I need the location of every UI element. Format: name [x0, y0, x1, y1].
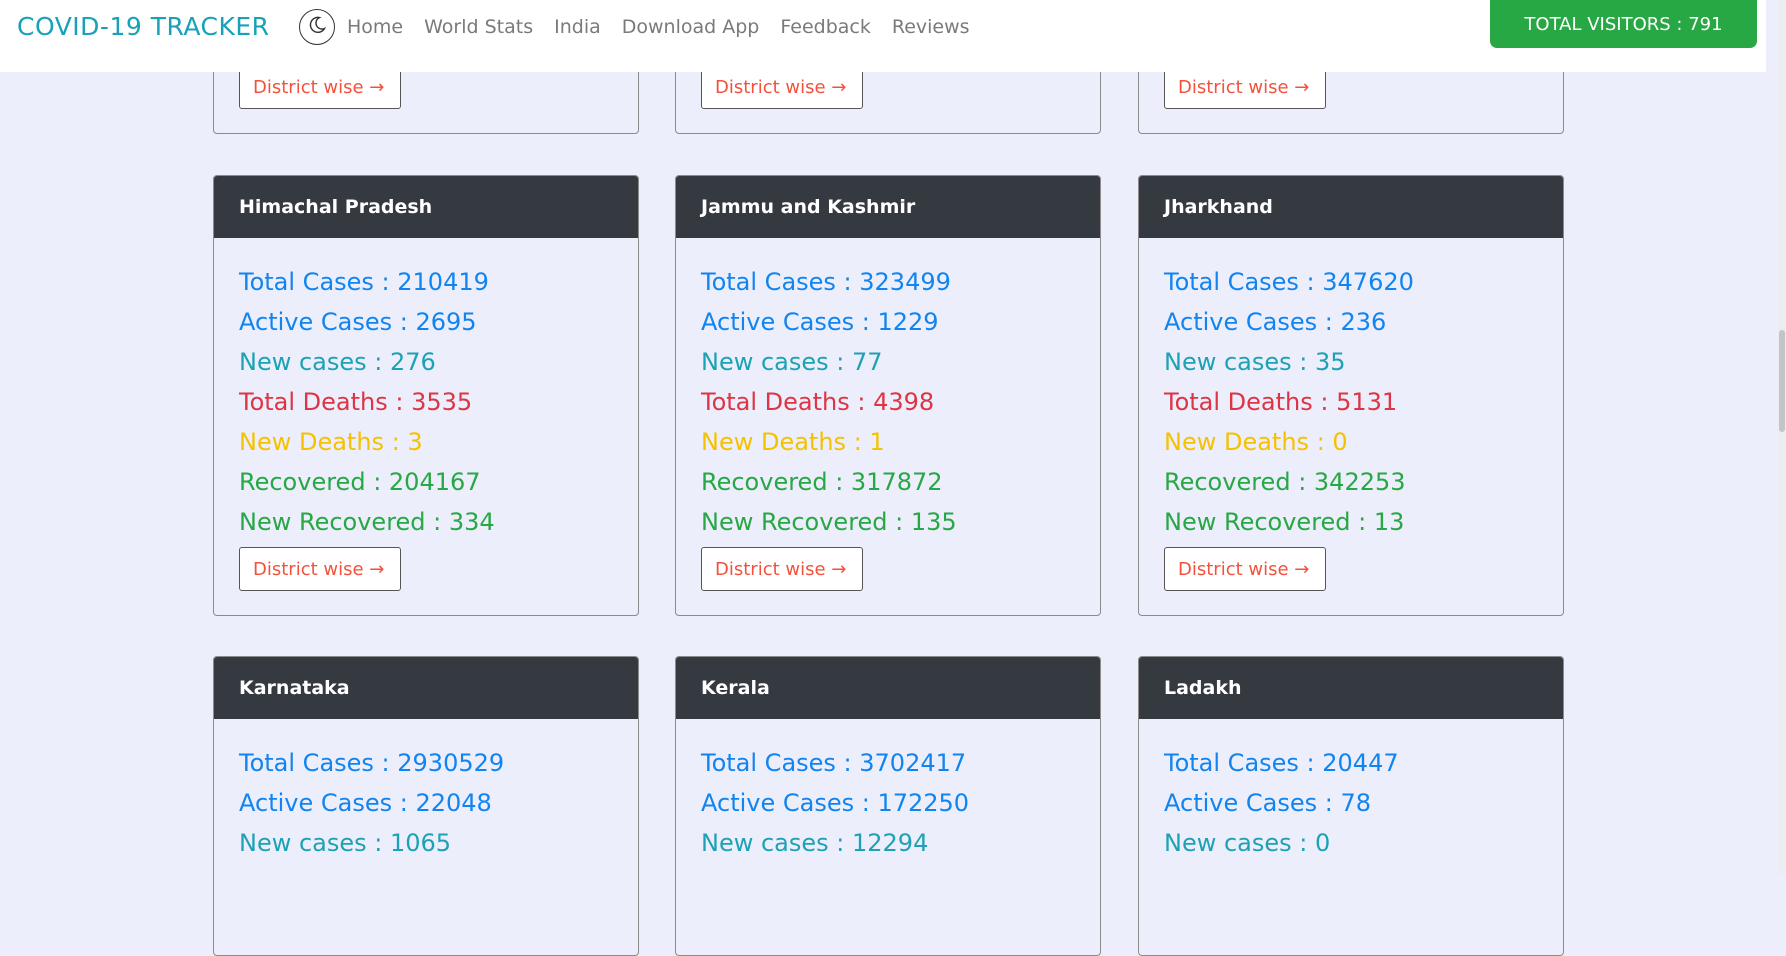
nav-download-app[interactable]: Download App	[622, 16, 760, 38]
active-cases: Active Cases : 172250	[701, 789, 970, 817]
scrollbar-thumb[interactable]	[1779, 330, 1785, 432]
new-deaths: New Deaths : 3	[239, 428, 423, 456]
state-card-jammu-and-kashmir: Jammu and Kashmir Total Cases : 323499 A…	[675, 175, 1101, 616]
recovered: Recovered : 342253	[1164, 468, 1406, 496]
new-deaths: New Deaths : 1	[701, 428, 885, 456]
state-name: Himachal Pradesh	[214, 176, 638, 238]
state-name: Karnataka	[214, 657, 638, 719]
state-name: Jharkhand	[1139, 176, 1563, 238]
new-cases: New cases : 1065	[239, 829, 452, 857]
active-cases: Active Cases : 236	[1164, 308, 1387, 336]
navbar: COVID-19 TRACKER Home World Stats India …	[0, 0, 1766, 72]
new-cases: New cases : 35	[1164, 348, 1346, 376]
nav-links: Home World Stats India Download App Feed…	[347, 16, 991, 38]
recovered: Recovered : 317872	[701, 468, 943, 496]
total-cases: Total Cases : 20447	[1164, 749, 1399, 777]
new-recovered: New Recovered : 334	[239, 508, 495, 536]
state-card-karnataka: Karnataka Total Cases : 2930529 Active C…	[213, 656, 639, 956]
total-cases: Total Cases : 323499	[701, 268, 951, 296]
total-cases: Total Cases : 347620	[1164, 268, 1414, 296]
total-visitors-badge: TOTAL VISITORS : 791	[1490, 0, 1757, 48]
nav-home[interactable]: Home	[347, 16, 403, 38]
active-cases: Active Cases : 2695	[239, 308, 477, 336]
total-cases: Total Cases : 210419	[239, 268, 489, 296]
theme-toggle-button[interactable]	[299, 9, 335, 45]
recovered: Recovered : 204167	[239, 468, 481, 496]
state-card-kerala: Kerala Total Cases : 3702417 Active Case…	[675, 656, 1101, 956]
new-recovered: New Recovered : 13	[1164, 508, 1405, 536]
new-cases: New cases : 77	[701, 348, 883, 376]
state-name: Ladakh	[1139, 657, 1563, 719]
total-cases: Total Cases : 2930529	[239, 749, 505, 777]
district-wise-button[interactable]: District wise →	[239, 547, 402, 591]
district-wise-button[interactable]: District wise →	[701, 547, 864, 591]
state-name: Jammu and Kashmir	[676, 176, 1100, 238]
nav-world-stats[interactable]: World Stats	[424, 16, 533, 38]
new-cases: New cases : 0	[1164, 829, 1331, 857]
nav-india[interactable]: India	[554, 16, 601, 38]
new-cases: New cases : 276	[239, 348, 436, 376]
state-card-ladakh: Ladakh Total Cases : 20447 Active Cases …	[1138, 656, 1564, 956]
new-deaths: New Deaths : 0	[1164, 428, 1348, 456]
active-cases: Active Cases : 1229	[701, 308, 939, 336]
total-deaths: Total Deaths : 3535	[239, 388, 473, 416]
state-card-himachal-pradesh: Himachal Pradesh Total Cases : 210419 Ac…	[213, 175, 639, 616]
new-cases: New cases : 12294	[701, 829, 929, 857]
state-name: Kerala	[676, 657, 1100, 719]
brand-title[interactable]: COVID-19 TRACKER	[17, 12, 270, 41]
moon-icon	[307, 15, 327, 39]
total-cases: Total Cases : 3702417	[701, 749, 967, 777]
district-wise-button[interactable]: District wise →	[1164, 547, 1327, 591]
total-deaths: Total Deaths : 4398	[701, 388, 935, 416]
nav-feedback[interactable]: Feedback	[780, 16, 870, 38]
state-card-jharkhand: Jharkhand Total Cases : 347620 Active Ca…	[1138, 175, 1564, 616]
active-cases: Active Cases : 22048	[239, 789, 492, 817]
total-deaths: Total Deaths : 5131	[1164, 388, 1398, 416]
active-cases: Active Cases : 78	[1164, 789, 1371, 817]
nav-reviews[interactable]: Reviews	[892, 16, 970, 38]
scrollbar-track[interactable]	[1778, 0, 1786, 874]
new-recovered: New Recovered : 135	[701, 508, 957, 536]
